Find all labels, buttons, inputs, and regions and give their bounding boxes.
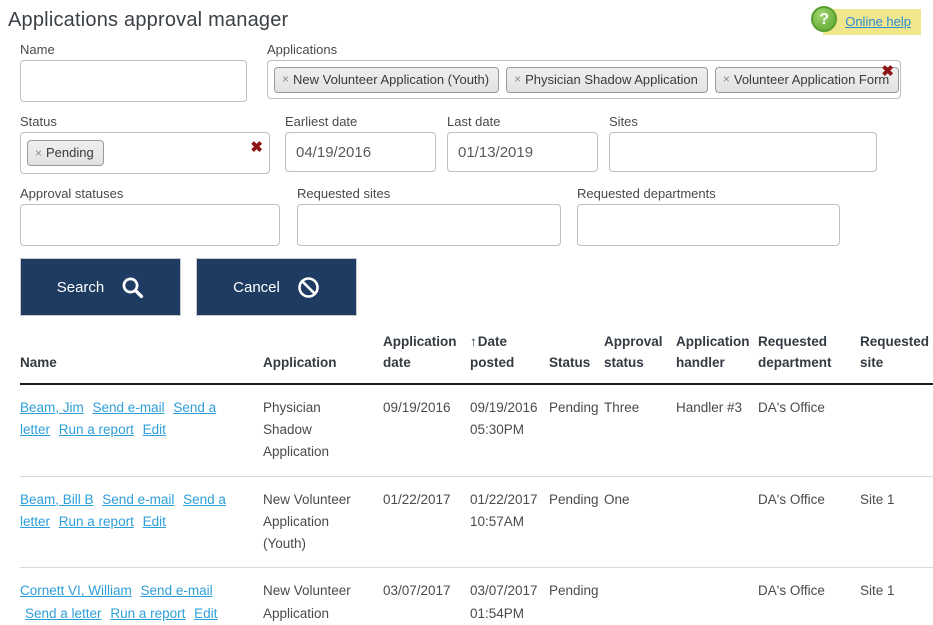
online-help-link[interactable]: ? Online help [811,6,921,35]
status-label: Status [20,114,57,129]
application-cell: New Volunteer Application (Youth) [263,476,383,569]
button-row: Search Cancel [20,258,933,316]
header-requested-department[interactable]: Requested department [758,326,860,385]
applications-approval-manager-page: Applications approval manager ? Online h… [0,0,933,625]
requested-department-cell: DA's Office [758,383,860,477]
cancel-button-label: Cancel [233,278,280,296]
send-letter-link[interactable]: Send a letter [25,606,102,621]
search-button[interactable]: Search [20,258,181,316]
table-header-row: Name Application Application date ↑Date … [20,326,933,385]
table-row: Beam, Jim Send e-mail Send a letter Run … [20,383,933,477]
sort-ascending-icon: ↑ [470,334,477,349]
approval-status-cell [604,567,676,625]
status-multiselect[interactable]: × Pending ✖ [20,132,270,174]
applications-multiselect[interactable]: × New Volunteer Application (Youth) × Phys… [267,60,901,99]
requested-site-cell: Site 1 [860,567,933,625]
remove-tag-icon[interactable]: × [723,72,730,86]
search-form: Name Applications × New Volunteer Applica… [20,42,913,246]
applications-label: Applications [267,42,338,57]
application-tag[interactable]: × Physician Shadow Application [506,66,708,93]
approval-status-cell: One [604,476,676,569]
run-report-link[interactable]: Run a report [110,606,185,621]
search-button-label: Search [56,278,105,296]
requested-site-cell [860,383,933,477]
header-application-handler[interactable]: Application handler [676,326,758,385]
date-posted-cell: 03/07/2017 01:54PM [470,567,549,625]
application-date-cell: 03/07/2017 [383,567,470,625]
status-tag[interactable]: × Pending [27,140,104,166]
header-name[interactable]: Name [20,326,263,385]
application-cell: New Volunteer Application (Youth) [263,567,383,625]
date-posted-cell: 01/22/2017 10:57AM [470,476,549,569]
requested-sites-input[interactable] [297,204,561,246]
last-date-label: Last date [447,114,501,129]
remove-tag-icon[interactable]: × [514,72,521,86]
send-email-link[interactable]: Send e-mail [93,400,165,415]
run-report-link[interactable]: Run a report [59,422,134,437]
table-row: Beam, Bill B Send e-mail Send a letter R… [20,476,933,569]
date-posted-cell: 09/19/2016 05:30PM [470,383,549,477]
cancel-button[interactable]: Cancel [196,258,357,316]
page-title: Applications approval manager [8,9,289,31]
name-input[interactable] [20,60,247,102]
remove-tag-icon[interactable]: × [35,146,42,160]
header-application[interactable]: Application [263,326,383,385]
name-label: Name [20,42,55,57]
header-application-date[interactable]: Application date [383,326,470,385]
application-handler-cell [676,567,758,625]
application-date-cell: 09/19/2016 [383,383,470,477]
application-cell: Physician Shadow Application [263,383,383,477]
status-cell: Pending [549,476,604,569]
applications-table: Name Application Application date ↑Date … [20,326,933,625]
topbar: Applications approval manager ? Online h… [0,0,933,35]
header-requested-site[interactable]: Requested site [860,326,933,385]
application-tag[interactable]: × Volunteer Application Form [714,66,900,93]
requested-department-cell: DA's Office [758,567,860,625]
status-cell: Pending [549,383,604,477]
requested-department-cell: DA's Office [758,476,860,569]
clear-applications-icon[interactable]: ✖ [881,64,894,79]
edit-link[interactable]: Edit [143,422,166,437]
run-report-link[interactable]: Run a report [59,514,134,529]
applicant-name-link[interactable]: Beam, Jim [20,400,84,415]
earliest-date-input[interactable] [285,132,436,172]
requested-site-cell: Site 1 [860,476,933,569]
table-row: Cornett VI, William Send e-mail Send a l… [20,567,933,625]
application-handler-cell: Handler #3 [676,383,758,477]
status-cell: Pending [549,567,604,625]
header-status[interactable]: Status [549,326,604,385]
approval-status-cell: Three [604,383,676,477]
applicant-name-link[interactable]: Beam, Bill B [20,492,94,507]
no-entry-icon [297,276,320,299]
edit-link[interactable]: Edit [194,606,217,621]
send-email-link[interactable]: Send e-mail [102,492,174,507]
header-date-posted[interactable]: ↑Date posted [470,326,549,385]
clear-status-icon[interactable]: ✖ [250,140,263,155]
remove-tag-icon[interactable]: × [282,72,289,86]
header-approval-status[interactable]: Approval status [604,326,676,385]
magnifier-icon [121,276,144,299]
question-mark-icon: ? [811,6,838,32]
application-handler-cell [676,476,758,569]
sites-label: Sites [609,114,638,129]
edit-link[interactable]: Edit [143,514,166,529]
requested-departments-label: Requested departments [577,186,716,201]
last-date-input[interactable] [447,132,598,172]
sites-input[interactable] [609,132,877,172]
earliest-date-label: Earliest date [285,114,358,129]
applicant-name-link[interactable]: Cornett VI, William [20,583,132,598]
requested-sites-label: Requested sites [297,186,391,201]
online-help-label: Online help [845,14,911,29]
approval-statuses-label: Approval statuses [20,186,124,201]
send-email-link[interactable]: Send e-mail [141,583,213,598]
approval-statuses-input[interactable] [20,204,280,246]
application-tag[interactable]: × New Volunteer Application (Youth) [274,66,500,93]
requested-departments-input[interactable] [577,204,840,246]
application-date-cell: 01/22/2017 [383,476,470,569]
